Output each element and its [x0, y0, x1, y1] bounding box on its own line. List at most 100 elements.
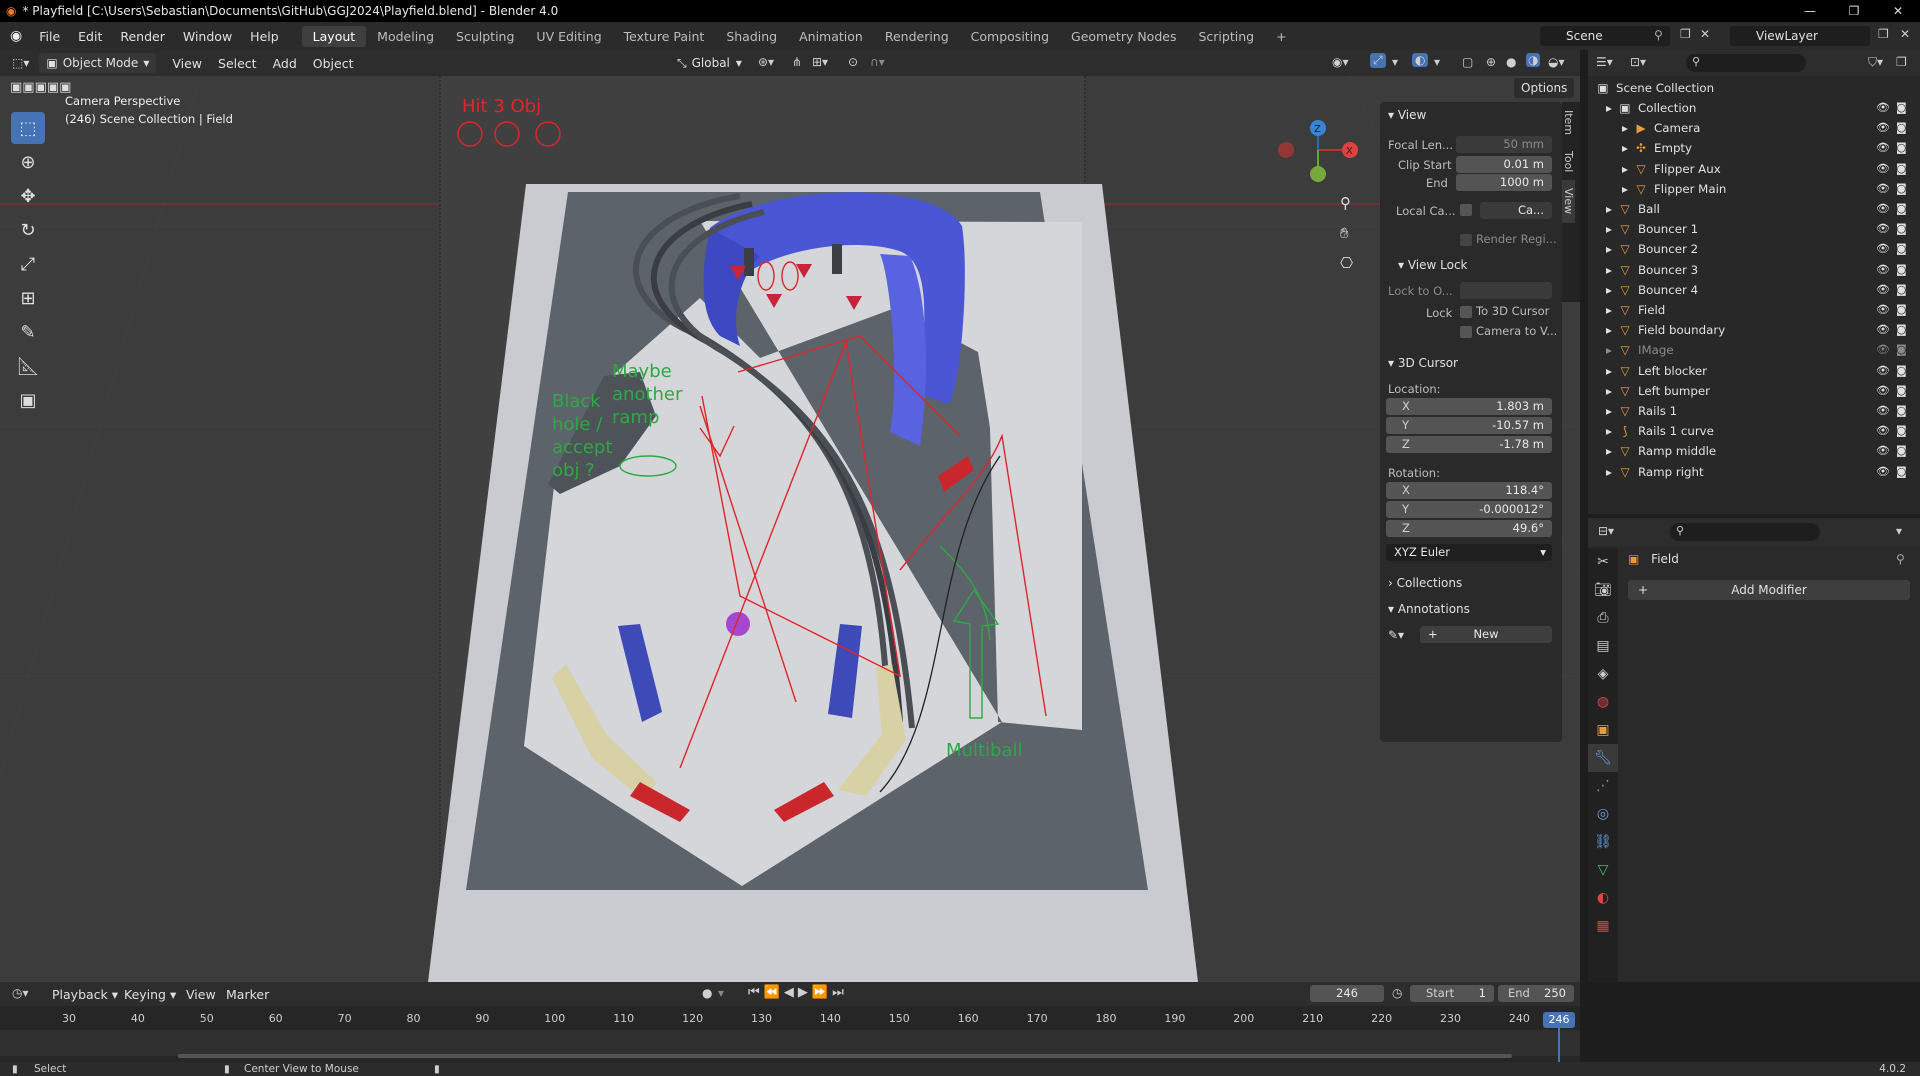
visibility-eye-icon[interactable]: 👁︎: [1876, 340, 1890, 360]
outliner-item[interactable]: ▸ ▽ Rails 1 👁︎ ◙: [1588, 401, 1920, 421]
render-camera-icon[interactable]: ◙: [1896, 199, 1907, 219]
particles-tab-icon[interactable]: ⋰: [1588, 772, 1618, 800]
keying-menu[interactable]: Keying ▾: [116, 987, 184, 1002]
timeline-type-icon[interactable]: ◷▾: [12, 986, 29, 1000]
outliner-search-input[interactable]: ⚲: [1686, 54, 1806, 72]
tab-rendering[interactable]: Rendering: [874, 26, 960, 47]
outliner-item[interactable]: ▸ ▽ Ball 👁︎ ◙: [1588, 199, 1920, 219]
visibility-eye-icon[interactable]: 👁︎: [1876, 118, 1890, 138]
cursor-location-x[interactable]: X 1.803 m: [1386, 398, 1552, 415]
visibility-eye-icon[interactable]: 👁︎: [1876, 199, 1890, 219]
tab-uv-editing[interactable]: UV Editing: [525, 26, 612, 47]
view-layer-tab-icon[interactable]: ▤: [1588, 632, 1618, 660]
annotation-layer-dropdown[interactable]: ✎▾: [1388, 628, 1404, 642]
clip-end-field[interactable]: 1000 m: [1456, 174, 1552, 191]
visibility-eye-icon[interactable]: 👁︎: [1876, 421, 1890, 441]
render-camera-icon[interactable]: ◙: [1896, 300, 1907, 320]
visibility-eye-icon[interactable]: 👁︎: [1876, 138, 1890, 158]
expand-toggle-icon[interactable]: ▸: [1602, 219, 1616, 239]
expand-toggle-icon[interactable]: ▸: [1602, 239, 1616, 259]
outliner-item[interactable]: ▸ ▽ Ramp right 👁︎ ◙: [1588, 462, 1920, 482]
new-scene-icon[interactable]: ❐: [1680, 27, 1691, 41]
gizmo-dropdown-icon[interactable]: ▾: [1392, 55, 1398, 69]
visibility-eye-icon[interactable]: 👁︎: [1876, 260, 1890, 280]
options-button[interactable]: Options: [1514, 78, 1575, 98]
measure-tool-icon[interactable]: 📐︎: [11, 350, 45, 382]
snap-icon[interactable]: ⋔: [792, 55, 802, 69]
outliner-item[interactable]: ▸ ▽ Ramp middle 👁︎ ◙: [1588, 441, 1920, 461]
tab-layout[interactable]: Layout: [301, 25, 367, 47]
render-camera-icon[interactable]: ◙: [1896, 462, 1907, 482]
3d-cursor-section-header[interactable]: ▾ 3D Cursor: [1380, 356, 1458, 370]
visibility-eye-icon[interactable]: 👁︎: [1876, 219, 1890, 239]
visibility-eye-icon[interactable]: 👁︎: [1876, 239, 1890, 259]
auto-keying-dropdown-icon[interactable]: ▾: [718, 986, 724, 1000]
expand-toggle-icon[interactable]: ▸: [1602, 421, 1616, 441]
rotation-mode-dropdown[interactable]: XYZ Euler ▾: [1386, 544, 1552, 561]
physics-tab-icon[interactable]: ◎: [1588, 800, 1618, 828]
annotate-tool-icon[interactable]: ✎: [11, 316, 45, 348]
timeline-scrollbar[interactable]: [178, 1054, 1512, 1058]
playback-menu[interactable]: Playback ▾: [44, 987, 126, 1002]
expand-toggle-icon[interactable]: ▸: [1618, 179, 1632, 199]
expand-toggle-icon[interactable]: ▸: [1618, 159, 1632, 179]
collections-section-header[interactable]: › Collections: [1380, 576, 1462, 590]
local-camera-checkbox[interactable]: [1460, 204, 1472, 216]
render-camera-icon[interactable]: ◙: [1896, 441, 1907, 461]
overlay-dropdown-icon[interactable]: ▾: [1434, 55, 1440, 69]
new-view-layer-icon[interactable]: ❐: [1878, 27, 1889, 41]
scene-selector[interactable]: Scene: [1540, 26, 1670, 46]
modifier-tab-icon[interactable]: 🔧︎: [1588, 744, 1618, 772]
select-mode-icons[interactable]: ▣▣▣▣▣: [10, 80, 71, 95]
playhead-frame-badge[interactable]: 246: [1543, 1012, 1575, 1028]
rotate-tool-icon[interactable]: ↻: [11, 214, 45, 246]
render-camera-icon[interactable]: ◙: [1896, 260, 1907, 280]
render-camera-icon[interactable]: ◙: [1896, 401, 1907, 421]
tab-compositing[interactable]: Compositing: [960, 26, 1060, 47]
remove-view-layer-icon[interactable]: ✕: [1900, 27, 1910, 41]
pan-hand-icon[interactable]: ✋︎: [1340, 224, 1349, 242]
focal-length-field[interactable]: 50 mm: [1456, 136, 1552, 153]
zoom-icon[interactable]: ⚲: [1340, 194, 1351, 212]
menu-render[interactable]: Render: [111, 29, 174, 44]
properties-type-icon[interactable]: ⊟▾: [1598, 524, 1614, 538]
start-frame-field[interactable]: Start 1: [1410, 985, 1494, 1002]
scale-tool-icon[interactable]: ⤢: [11, 248, 45, 280]
cursor-rotation-y[interactable]: Y -0.000012°: [1386, 501, 1552, 518]
transform-orientation-dropdown[interactable]: ⤡ Global ▾: [670, 53, 749, 73]
menu-help[interactable]: Help: [241, 29, 288, 44]
visibility-eye-icon[interactable]: 👁︎: [1876, 320, 1890, 340]
pin-icon[interactable]: ⚲: [1896, 552, 1905, 566]
add-modifier-button[interactable]: + Add Modifier: [1628, 580, 1910, 600]
mode-dropdown[interactable]: ▣ Object Mode ▾: [39, 53, 157, 73]
proportional-edit-icon[interactable]: ⊙: [848, 55, 858, 69]
material-shading-icon[interactable]: ◑: [1526, 53, 1541, 67]
rendered-shading-icon[interactable]: ◒▾: [1548, 55, 1565, 69]
expand-toggle-icon[interactable]: ▸: [1602, 300, 1616, 320]
falloff-icon[interactable]: ∩▾: [870, 55, 885, 69]
add-workspace-icon[interactable]: +: [1265, 26, 1297, 47]
tab-shading[interactable]: Shading: [715, 26, 788, 47]
render-camera-icon[interactable]: ◙: [1896, 159, 1907, 179]
visibility-eye-icon[interactable]: 👁︎: [1876, 462, 1890, 482]
visibility-eye-icon[interactable]: 👁︎: [1876, 300, 1890, 320]
outliner-scene-collection[interactable]: ▣ Scene Collection: [1588, 78, 1920, 98]
render-camera-icon[interactable]: ◙: [1896, 138, 1907, 158]
visibility-icon[interactable]: ◉▾: [1332, 55, 1349, 69]
navigation-gizmo[interactable]: X Z: [1278, 120, 1358, 182]
render-camera-icon[interactable]: ◙: [1896, 280, 1907, 300]
wireframe-shading-icon[interactable]: ⊕: [1486, 55, 1496, 69]
overlay-icon[interactable]: ◐: [1412, 53, 1429, 67]
solid-shading-icon[interactable]: ●: [1506, 55, 1516, 69]
xray-icon[interactable]: ▢: [1462, 55, 1473, 69]
expand-toggle-icon[interactable]: ▸: [1602, 401, 1616, 421]
add-menu[interactable]: Add: [265, 56, 305, 71]
gizmo-icon[interactable]: ⤢: [1370, 53, 1386, 68]
visibility-eye-icon[interactable]: 👁︎: [1876, 179, 1890, 199]
expand-toggle-icon[interactable]: ▸: [1602, 361, 1616, 381]
camera-view-icon[interactable]: ⎔: [1340, 254, 1353, 272]
cursor-rotation-z[interactable]: Z 49.6°: [1386, 520, 1552, 537]
expand-toggle-icon[interactable]: ▸: [1602, 98, 1616, 118]
expand-toggle-icon[interactable]: ▸: [1602, 260, 1616, 280]
expand-toggle-icon[interactable]: ▸: [1618, 118, 1632, 138]
